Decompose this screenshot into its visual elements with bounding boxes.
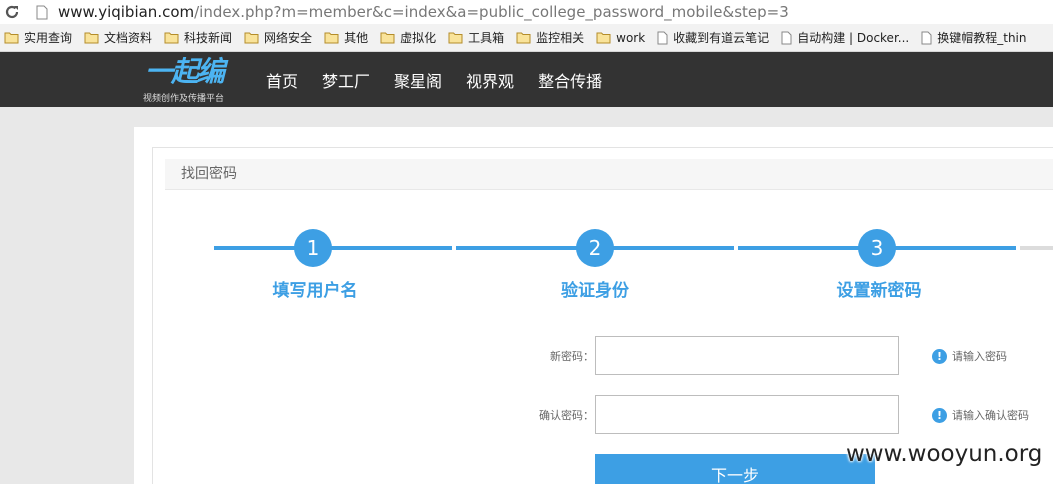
bookmark-item[interactable]: 实用查询 [4,29,72,46]
url-host: www.yiqibian.com [58,3,195,21]
bookmark-item[interactable]: 虚拟化 [380,29,436,46]
step-remaining-line [1020,246,1053,250]
bookmark-label: 科技新闻 [184,31,233,45]
nav-item-integrated[interactable]: 整合传播 [538,68,602,92]
bookmark-item[interactable]: 其他 [324,29,368,46]
confirm-password-label: 确认密码： [539,409,594,422]
bookmark-label: 换键帽教程_thin [937,31,1027,45]
page-icon [34,3,50,21]
bookmark-item[interactable]: 网络安全 [244,29,312,46]
bookmark-label: 工具箱 [468,31,505,45]
watermark: www.wooyun.org [846,441,1043,467]
reload-icon[interactable] [0,0,24,24]
bookmark-label: 网络安全 [264,31,313,45]
bookmark-item[interactable]: 文档资料 [84,29,152,46]
folder-icon [324,32,339,44]
step-3-label: 设置新密码 [836,281,922,301]
nav-item-vision[interactable]: 视界观 [466,68,514,92]
new-password-label: 新密码： [550,350,594,363]
folder-icon [84,32,99,44]
step-2-label: 验证身份 [561,281,629,301]
address-bar: www.yiqibian.com/index.php?m=member&c=in… [0,0,1053,24]
content-panel: 找回密码 [134,127,1053,484]
bookmark-label: 实用查询 [24,31,73,45]
confirm-password-input[interactable] [595,395,899,434]
url-input[interactable]: www.yiqibian.com/index.php?m=member&c=in… [58,3,789,21]
site-logo[interactable]: 一起编 视频创作及传播平台 [143,55,239,105]
bookmark-item[interactable]: 科技新闻 [164,29,232,46]
step-1-line [214,246,452,250]
bookmark-label: 监控相关 [536,31,585,45]
step-3-circle: 3 [858,229,896,267]
info-icon: ! [932,407,947,423]
bookmark-item[interactable]: 自动构建 | Docker... [781,29,909,46]
bookmark-item[interactable]: 工具箱 [448,29,504,46]
main-nav: 首页 梦工厂 聚星阁 视界观 整合传播 [266,52,626,107]
bookmark-label: 其他 [344,31,369,45]
bookmark-item[interactable]: 监控相关 [516,29,584,46]
page-icon [781,31,792,44]
nav-item-dream-factory[interactable]: 梦工厂 [322,68,370,92]
bookmarks-bar: 实用查询 文档资料 科技新闻 网络安全 其他 虚拟化 工具箱 监控相关 work 收藏到有道云笔记… [0,24,1053,52]
bookmark-item[interactable]: 收藏到有道云笔记 [657,29,769,46]
page-icon [657,31,668,44]
bookmark-label: 虚拟化 [400,31,437,45]
bookmark-label: 收藏到有道云笔记 [673,31,770,45]
new-password-input[interactable] [595,336,899,375]
logo-mark: 一起编 [145,55,225,88]
nav-item-star-pavilion[interactable]: 聚星阁 [394,68,442,92]
next-step-button[interactable]: 下一步 [595,454,875,484]
folder-icon [596,32,611,44]
bookmark-item[interactable]: 换键帽教程_thin [921,29,1027,46]
url-path: /index.php?m=member&c=index&a=public_col… [194,3,789,21]
folder-icon [380,32,395,44]
folder-icon [448,32,463,44]
bookmark-label: 自动构建 | Docker... [797,31,910,45]
confirm-password-hint: ! 请输入确认密码 [932,407,1029,423]
confirm-password-hint-text: 请输入确认密码 [952,409,1029,422]
folder-icon [164,32,179,44]
folder-icon [244,32,259,44]
info-icon: ! [932,348,947,364]
bookmark-label: work [616,30,646,45]
step-2-circle: 2 [576,229,614,267]
nav-item-home[interactable]: 首页 [266,68,298,92]
step-1-circle: 1 [294,229,332,267]
new-password-hint-text: 请输入密码 [952,350,1007,363]
panel-title: 找回密码 [165,159,1053,190]
folder-icon [516,32,531,44]
page-icon [921,31,932,44]
folder-icon [4,32,19,44]
step-1-label: 填写用户名 [272,281,358,301]
logo-subtitle: 视频创作及传播平台 [143,94,225,104]
site-header: 一起编 视频创作及传播平台 首页 梦工厂 聚星阁 视界观 整合传播 [0,52,1053,107]
bookmark-item[interactable]: work [596,31,645,45]
new-password-hint: ! 请输入密码 [932,348,1007,364]
bookmark-label: 文档资料 [104,31,153,45]
